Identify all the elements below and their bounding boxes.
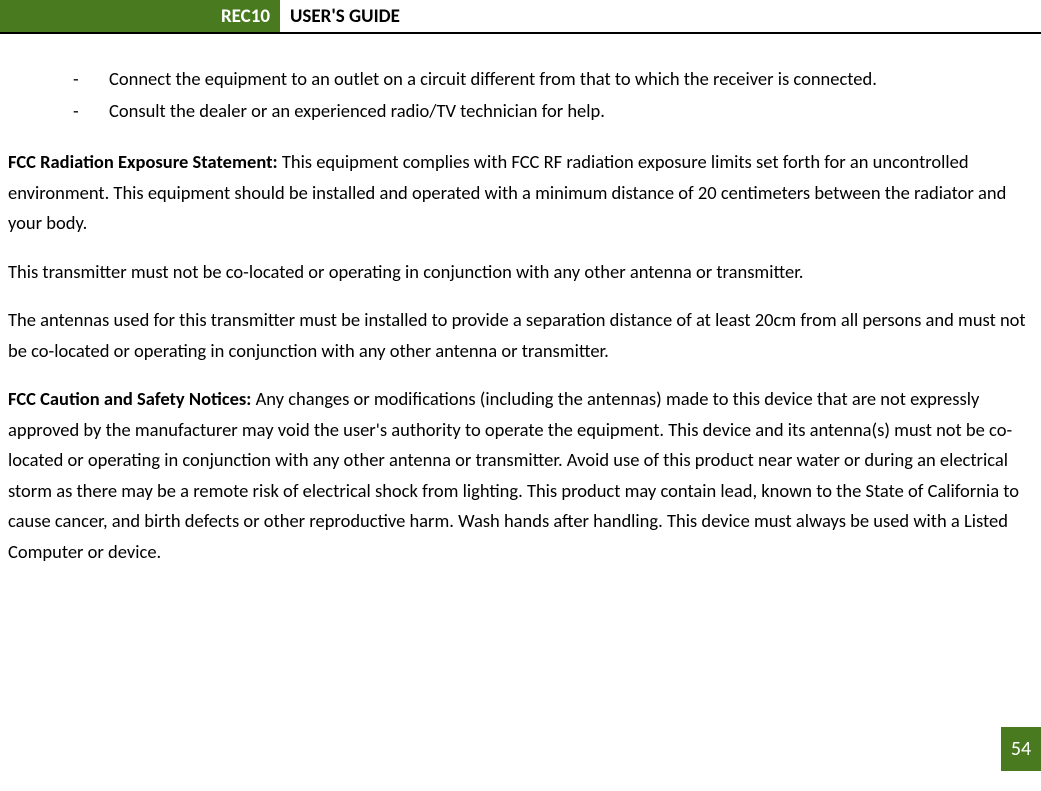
- bullet-list: - Connect the equipment to an outlet on …: [8, 64, 1033, 125]
- header-title: USER'S GUIDE: [280, 0, 400, 32]
- bullet-text: Connect the equipment to an outlet on a …: [109, 64, 1033, 94]
- page-content: - Connect the equipment to an outlet on …: [0, 34, 1041, 567]
- page-header: REC10 USER'S GUIDE: [0, 0, 1041, 34]
- list-item: - Connect the equipment to an outlet on …: [73, 64, 1033, 94]
- page-number: 54: [1001, 727, 1041, 771]
- header-tab: REC10: [0, 0, 280, 32]
- transmitter-paragraph: This transmitter must not be co-located …: [8, 257, 1033, 288]
- bullet-text: Consult the dealer or an experienced rad…: [109, 96, 1033, 126]
- bullet-dash-icon: -: [73, 64, 109, 94]
- fcc-caution-heading: FCC Caution and Safety Notices:: [8, 387, 256, 410]
- bullet-dash-icon: -: [73, 96, 109, 126]
- fcc-radiation-paragraph: FCC Radiation Exposure Statement: This e…: [8, 147, 1033, 239]
- fcc-caution-paragraph: FCC Caution and Safety Notices: Any chan…: [8, 384, 1033, 567]
- antennas-paragraph: The antennas used for this transmitter m…: [8, 305, 1033, 366]
- list-item: - Consult the dealer or an experienced r…: [73, 96, 1033, 126]
- fcc-radiation-heading: FCC Radiation Exposure Statement:: [8, 150, 282, 173]
- fcc-caution-body: Any changes or modifications (including …: [8, 387, 1019, 563]
